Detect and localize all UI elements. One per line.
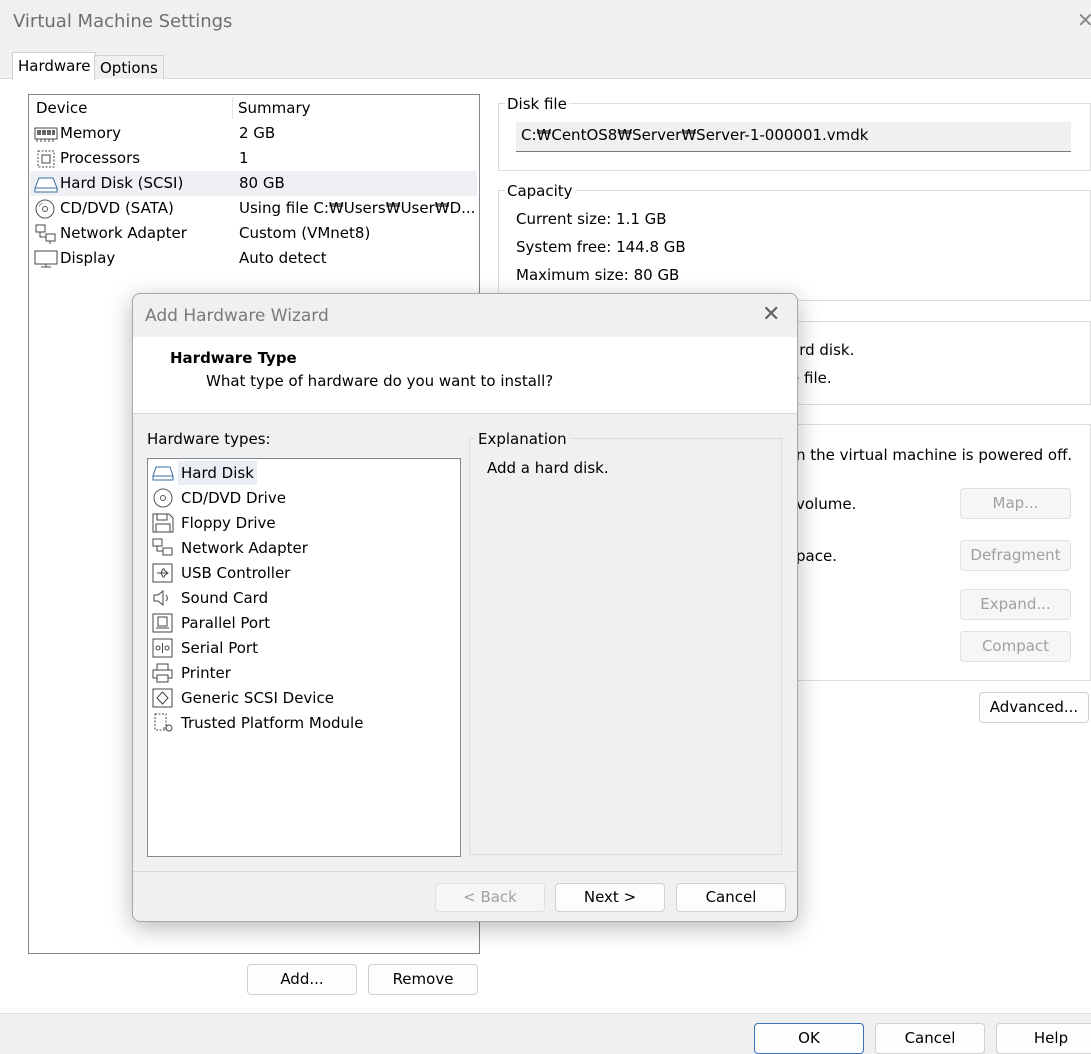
display-icon xyxy=(34,249,58,269)
memory-icon xyxy=(34,124,58,144)
wizard-close-icon[interactable]: ✕ xyxy=(762,302,780,327)
ok-button[interactable]: OK xyxy=(754,1023,864,1054)
hardware-type-label: Hard Disk xyxy=(178,461,257,485)
hardware-type-label: CD/DVD Drive xyxy=(181,489,286,507)
device-name: CD/DVD (SATA) xyxy=(60,199,174,217)
hardware-type-label: Network Adapter xyxy=(181,539,308,557)
parallel-port-icon xyxy=(152,613,174,633)
device-name: Memory xyxy=(60,124,122,142)
advanced-button[interactable]: Advanced... xyxy=(979,692,1089,723)
hardware-types-list[interactable]: Hard Disk CD/DVD Drive Floppy Drive Netw… xyxy=(147,458,461,857)
tab-options[interactable]: Options xyxy=(94,55,164,79)
hardware-type-label: Generic SCSI Device xyxy=(181,689,334,707)
device-name: Hard Disk (SCSI) xyxy=(60,174,184,192)
cd-dvd-icon xyxy=(34,199,58,219)
device-name: Network Adapter xyxy=(60,224,187,242)
hardware-type-label: Serial Port xyxy=(181,639,258,657)
hardware-type-label: Sound Card xyxy=(181,589,269,607)
column-divider[interactable] xyxy=(232,97,233,119)
hard-disk-icon xyxy=(34,174,58,194)
disk-file-label: Disk file xyxy=(505,95,569,113)
expand-button[interactable]: Expand... xyxy=(960,589,1071,620)
device-row-display[interactable]: Display Auto detect xyxy=(30,246,477,271)
device-summary: Auto detect xyxy=(239,249,327,267)
add-device-button[interactable]: Add... xyxy=(247,964,357,995)
device-name: Display xyxy=(60,249,116,267)
defragment-button[interactable]: Defragment xyxy=(960,540,1071,571)
hardware-type-label: USB Controller xyxy=(181,564,291,582)
printer-icon xyxy=(152,663,174,683)
window-close-icon[interactable]: ✕ xyxy=(1077,8,1091,32)
compact-button[interactable]: Compact xyxy=(960,631,1071,662)
usb-icon xyxy=(152,563,174,583)
floppy-icon xyxy=(152,513,174,533)
wizard-heading: Hardware Type xyxy=(170,349,297,367)
device-column-header[interactable]: Device xyxy=(36,99,87,117)
processor-icon xyxy=(34,149,58,169)
disk-file-path-field[interactable]: C:₩CentOS8₩Server₩Server-1-000001.vmdk xyxy=(516,122,1071,152)
hardware-type-label: Trusted Platform Module xyxy=(181,714,364,732)
map-description: volume. xyxy=(796,495,857,513)
wizard-footer-divider xyxy=(133,871,797,872)
add-hardware-wizard-dialog: Add Hardware Wizard ✕ Hardware Type What… xyxy=(132,293,798,922)
hardware-type-label: Printer xyxy=(181,664,231,682)
device-name: Processors xyxy=(60,149,141,167)
system-free-text: System free: 144.8 GB xyxy=(516,238,686,256)
scsi-device-icon xyxy=(152,688,174,708)
wizard-subheading: What type of hardware do you want to ins… xyxy=(206,372,554,390)
device-summary: Custom (VMnet8) xyxy=(239,224,371,242)
map-button[interactable]: Map... xyxy=(960,488,1071,519)
device-row-network-adapter[interactable]: Network Adapter Custom (VMnet8) xyxy=(30,221,477,246)
help-button[interactable]: Help xyxy=(996,1023,1091,1054)
explanation-text: Add a hard disk. xyxy=(487,459,609,477)
wizard-title: Add Hardware Wizard xyxy=(145,306,329,326)
remove-device-button[interactable]: Remove xyxy=(368,964,478,995)
defragment-description: pace. xyxy=(796,547,837,565)
device-row-cd-dvd[interactable]: CD/DVD (SATA) Using file C:₩Users₩User₩D… xyxy=(30,196,477,221)
disk-info-line-1: ard disk. xyxy=(790,341,855,359)
hard-disk-icon xyxy=(152,463,174,483)
explanation-group xyxy=(469,438,782,855)
wizard-header: Hardware Type What type of hardware do y… xyxy=(133,337,797,414)
hardware-types-label: Hardware types: xyxy=(147,430,271,448)
device-row-processors[interactable]: Processors 1 xyxy=(30,146,477,171)
network-adapter-icon xyxy=(34,224,58,244)
capacity-label: Capacity xyxy=(505,182,575,200)
summary-column-header[interactable]: Summary xyxy=(238,99,311,117)
maximum-size-text: Maximum size: 80 GB xyxy=(516,266,680,284)
utilities-note: n the virtual machine is powered off. xyxy=(796,446,1073,464)
explanation-label: Explanation xyxy=(475,430,570,448)
speaker-icon xyxy=(152,588,174,608)
serial-port-icon xyxy=(152,638,174,658)
tab-hardware[interactable]: Hardware xyxy=(12,52,97,80)
window-title: Virtual Machine Settings xyxy=(13,11,233,32)
device-summary: 2 GB xyxy=(239,124,276,142)
network-adapter-icon xyxy=(152,538,174,558)
wizard-back-button[interactable]: < Back xyxy=(435,883,545,912)
device-summary: 80 GB xyxy=(239,174,285,192)
tpm-icon xyxy=(152,713,174,733)
device-row-memory[interactable]: Memory 2 GB xyxy=(30,121,477,146)
device-summary: 1 xyxy=(239,149,249,167)
device-summary: Using file C:₩Users₩User₩D... xyxy=(239,199,476,217)
hardware-type-label: Floppy Drive xyxy=(181,514,276,532)
hardware-type-label: Parallel Port xyxy=(181,614,271,632)
current-size-text: Current size: 1.1 GB xyxy=(516,210,667,228)
wizard-next-button[interactable]: Next > xyxy=(555,883,665,912)
cd-dvd-icon xyxy=(152,488,174,508)
cancel-button[interactable]: Cancel xyxy=(875,1023,985,1054)
wizard-cancel-button[interactable]: Cancel xyxy=(676,883,786,912)
device-row-hard-disk[interactable]: Hard Disk (SCSI) 80 GB xyxy=(30,171,477,196)
